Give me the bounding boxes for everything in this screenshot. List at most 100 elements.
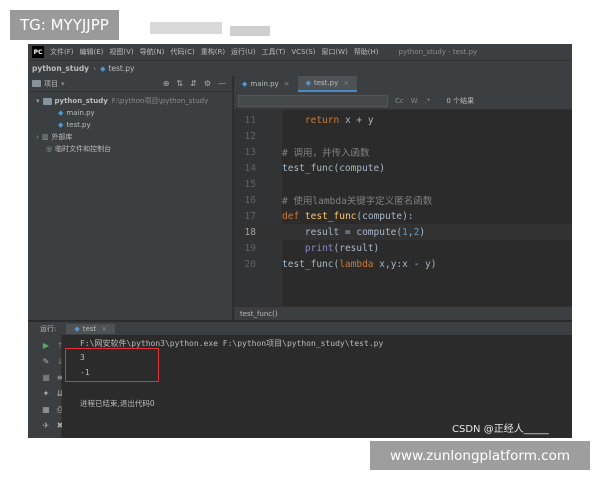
- match-case-toggle[interactable]: Cc: [395, 97, 404, 105]
- console-exit-message: 进程已结束,退出代码0: [80, 399, 155, 408]
- python-file-icon: ◆: [74, 324, 80, 333]
- find-input[interactable]: [238, 94, 388, 107]
- tree-label: python_study: [54, 97, 108, 105]
- collapse-all-icon[interactable]: ⇅: [176, 79, 183, 88]
- code-text: def test_func(compute):: [274, 211, 414, 222]
- tree-path: F:\python项目\python_study: [111, 97, 209, 105]
- code-token: result = compute(: [304, 226, 403, 238]
- line-number: 16: [244, 194, 256, 206]
- tree-label: main.py: [66, 109, 95, 117]
- target-icon[interactable]: ⊕: [163, 79, 170, 88]
- tree-label: test.py: [66, 121, 91, 129]
- chevron-right-icon[interactable]: ›: [36, 133, 39, 141]
- menu-code[interactable]: 代码(C): [170, 47, 194, 57]
- code-line[interactable]: 13 # 调用，并传入函数: [234, 144, 572, 160]
- line-number: 17: [244, 210, 256, 222]
- nav-file[interactable]: test.py: [108, 64, 134, 73]
- menu-file[interactable]: 文件(F): [50, 47, 74, 57]
- tab-main-py[interactable]: ◆ main.py ×: [234, 76, 298, 92]
- code-token: (result): [333, 242, 380, 254]
- code-text: # 使用lambda关键字定义匿名函数: [274, 193, 432, 207]
- nav-project[interactable]: python_study: [32, 64, 89, 73]
- code-line[interactable]: 15: [234, 176, 572, 192]
- project-panel-title[interactable]: 项目: [44, 79, 58, 89]
- folder-icon: [42, 97, 52, 105]
- panel-toolbar: ⊕ ⇅ ⇵ ⚙ —: [163, 79, 232, 88]
- code-text: return x + y: [274, 115, 374, 126]
- run-tab-test[interactable]: ◆ test ×: [66, 323, 116, 334]
- expand-all-icon[interactable]: ⇵: [190, 79, 197, 88]
- line-number: 20: [244, 258, 256, 270]
- hide-icon[interactable]: —: [218, 79, 226, 88]
- rerun-icon[interactable]: ▶: [40, 341, 52, 350]
- line-number: 18: [244, 226, 256, 238]
- code-line[interactable]: 20 test_func(lambda x,y:x - y): [234, 256, 572, 272]
- gear-icon[interactable]: ⚙: [204, 79, 211, 88]
- code-token: x,y:x - y): [373, 258, 437, 270]
- menu-refactor[interactable]: 重构(R): [201, 47, 225, 57]
- code-token: # 使用lambda关键字定义匿名函数: [282, 196, 433, 207]
- stop-icon[interactable]: ■: [40, 373, 52, 382]
- regex-toggle[interactable]: .*: [425, 97, 431, 105]
- chevron-down-icon[interactable]: ▾: [36, 97, 40, 105]
- tree-item-test-py[interactable]: ◆ test.py: [28, 119, 232, 131]
- run-toolbar: ▶ ↑ ✎ ↓ ■ ≡ ✦ ⇊ ▦ ⎙ ✈ ✖: [28, 335, 63, 438]
- close-icon[interactable]: ×: [284, 80, 290, 88]
- close-icon[interactable]: ×: [101, 325, 107, 333]
- code-line[interactable]: 19 print(result): [234, 240, 572, 256]
- tab-test-py[interactable]: ◆ test.py ×: [297, 76, 358, 92]
- code-token: test_func: [304, 210, 357, 222]
- tree-label: 临时文件和控制台: [55, 145, 112, 153]
- code-line[interactable]: 11 return x + y: [234, 112, 572, 128]
- breadcrumb-function[interactable]: test_func(): [240, 310, 278, 318]
- python-file-icon: ◆: [58, 109, 64, 117]
- code-line[interactable]: 12: [234, 128, 572, 144]
- whole-word-toggle[interactable]: W: [411, 97, 418, 105]
- menu-tools[interactable]: 工具(T): [262, 47, 286, 57]
- tree-item-scratches[interactable]: ◎ 临时文件和控制台: [28, 143, 232, 155]
- menu-window[interactable]: 窗口(W): [321, 47, 347, 57]
- project-panel-header: 项目 ▾ ⊕ ⇅ ⇵ ⚙ —: [28, 76, 232, 92]
- scratch-icon: ◎: [46, 145, 53, 153]
- find-bar: Cc W .* 0 个结果: [234, 92, 572, 110]
- line-number: 11: [244, 114, 256, 126]
- line-number: 15: [244, 178, 256, 190]
- code-token: # 调用，并传入函数: [282, 148, 370, 159]
- tree-item-main-py[interactable]: ◆ main.py: [28, 107, 232, 119]
- line-number: 12: [244, 130, 256, 142]
- watermark-top: TG: MYYJJPP: [10, 10, 119, 40]
- code-breadcrumb[interactable]: test_func(): [234, 306, 572, 320]
- code-token: (compute):: [356, 210, 414, 222]
- menu-view[interactable]: 视图(V): [109, 47, 133, 57]
- pin-icon[interactable]: ✦: [40, 389, 52, 398]
- window-title: python_study - test.py: [398, 48, 478, 56]
- code-line[interactable]: 14 test_func(compute): [234, 160, 572, 176]
- code-line[interactable]: 16 # 使用lambda关键字定义匿名函数: [234, 192, 572, 208]
- editor-tab-bar: ◆ main.py × ◆ test.py ×: [234, 76, 572, 92]
- run-tool-header: 运行: ◆ test ×: [28, 321, 572, 335]
- menu-edit[interactable]: 编辑(E): [80, 47, 104, 57]
- menu-help[interactable]: 帮助(H): [354, 47, 379, 57]
- menu-run[interactable]: 运行(U): [231, 47, 256, 57]
- browser-tab-strip: [230, 26, 270, 36]
- menu-navigate[interactable]: 导航(N): [140, 47, 165, 57]
- code-line[interactable]: 17 def test_func(compute):: [234, 208, 572, 224]
- menu-vcs[interactable]: VCS(S): [291, 48, 315, 56]
- layout-icon[interactable]: ▦: [40, 405, 52, 414]
- code-token: test_func(compute): [282, 162, 385, 174]
- close-icon[interactable]: ×: [343, 79, 349, 87]
- project-view-icon: [32, 80, 41, 87]
- wrench-icon[interactable]: ✎: [40, 357, 52, 366]
- code-token: def: [282, 210, 300, 222]
- highlight-box: [65, 348, 159, 382]
- tree-item-project-root[interactable]: ▾ python_study F:\python项目\python_study: [28, 95, 232, 107]
- code-line[interactable]: 18 result = compute(1,2): [234, 224, 572, 240]
- line-number: 14: [244, 162, 256, 174]
- code-text: result = compute(1,2): [274, 227, 425, 238]
- browser-tab-strip: [150, 22, 222, 34]
- tree-item-external-libraries[interactable]: › ▥ 外部库: [28, 131, 232, 143]
- dropdown-icon[interactable]: ▾: [61, 80, 65, 88]
- code-editor[interactable]: 11 return x + y 12 13 # 调用，并传入函数 14 test_func…: [234, 110, 572, 306]
- watermark-bottom: www.zunlongplatform.com: [370, 441, 590, 470]
- pin-tab-icon[interactable]: ✈: [40, 421, 52, 430]
